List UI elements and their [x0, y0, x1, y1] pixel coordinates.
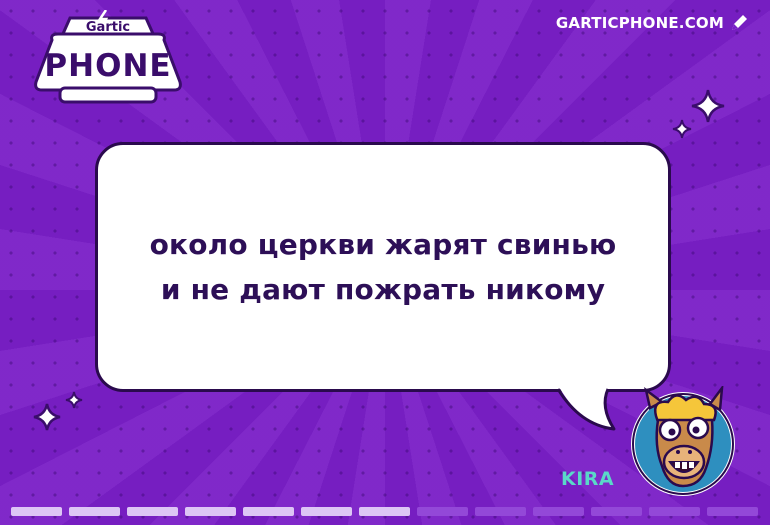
round-progress: [11, 507, 758, 516]
progress-segment: [69, 507, 120, 516]
phrase-bubble: около церкви жарят свинью и не дают пожр…: [95, 142, 671, 392]
player-name: KIRA: [561, 468, 615, 490]
llama-avatar-icon: [631, 383, 735, 496]
progress-segment: [243, 507, 294, 516]
progress-segment: [475, 507, 526, 516]
progress-segment: [649, 507, 700, 516]
phrase-text: около церкви жарят свинью и не дают пожр…: [150, 222, 617, 312]
progress-segment: [359, 507, 410, 516]
progress-segment: [127, 507, 178, 516]
sparkle-icon: [33, 403, 61, 431]
phrase-line-2: и не дают пожрать никому: [160, 273, 606, 306]
sparkle-icon: [672, 119, 692, 139]
phrase-line-1: около церкви жарят свинью: [149, 228, 617, 261]
progress-segment: [417, 507, 468, 516]
logo-top-text: Gartic: [86, 20, 130, 35]
player-avatar: [628, 383, 738, 496]
progress-segment: [707, 507, 758, 516]
progress-segment: [533, 507, 584, 516]
progress-segment: [591, 507, 642, 516]
logo-main-text: PHONE: [44, 48, 171, 84]
sparkle-icon: [691, 89, 725, 123]
progress-segment: [185, 507, 236, 516]
site-link[interactable]: GARTICPHONE.COM: [556, 14, 748, 32]
site-link-label: GARTICPHONE.COM: [555, 14, 724, 32]
sparkle-icon: [65, 391, 83, 409]
bubble-tail: [556, 385, 616, 431]
progress-segment: [11, 507, 62, 516]
progress-segment: [301, 507, 352, 516]
edit-pencil-icon: [732, 15, 747, 30]
gartic-phone-logo: Gartic PHONE: [30, 9, 186, 106]
